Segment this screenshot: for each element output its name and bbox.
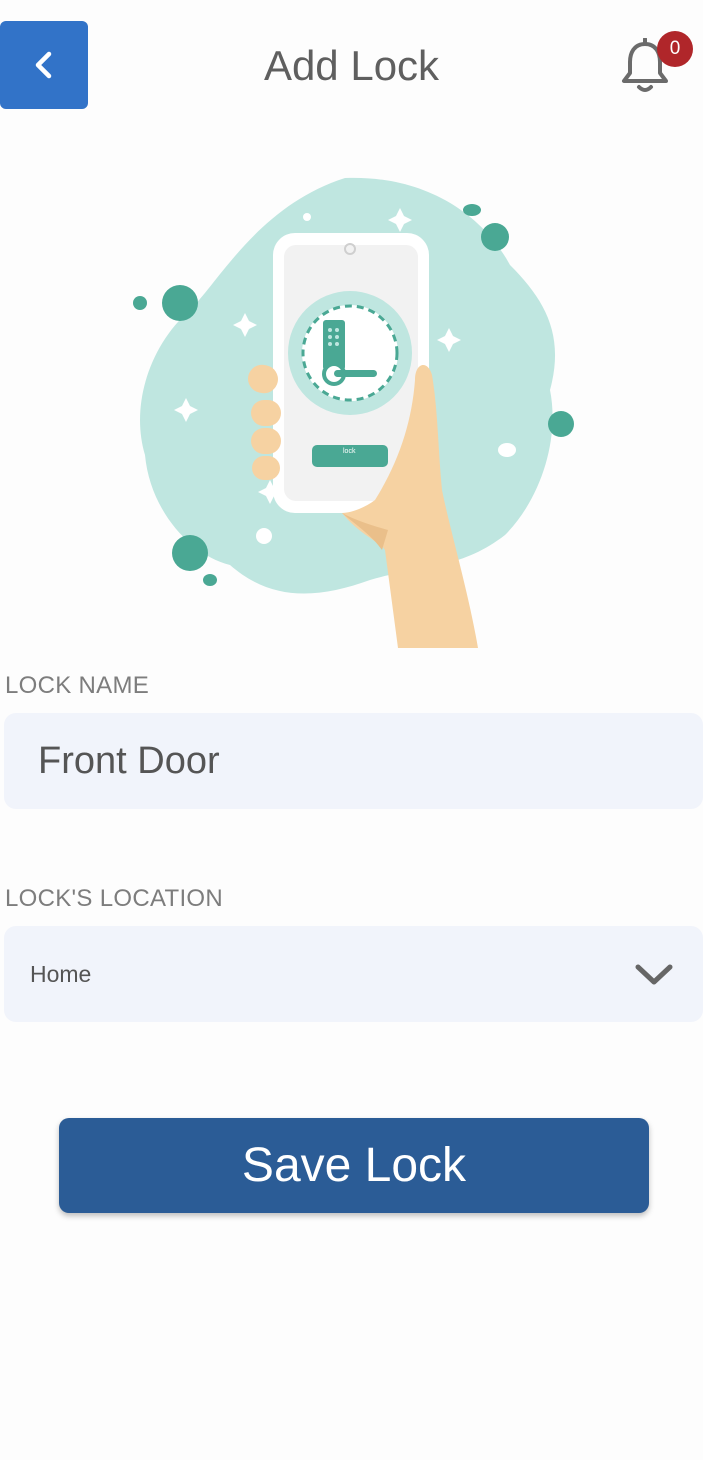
page-title: Add Lock (263, 42, 440, 89)
lock-handle-bar (334, 370, 377, 377)
lock-name-field[interactable] (4, 713, 703, 809)
finger (251, 400, 281, 426)
decor-dot (548, 411, 574, 437)
decor-dot (481, 223, 509, 251)
finger (251, 428, 281, 454)
decor-dot (172, 535, 208, 571)
lock-location-value: Home (30, 961, 92, 987)
decor-dot (133, 296, 147, 310)
decor-dot (256, 528, 272, 544)
decor-dot (498, 443, 516, 457)
save-lock-button[interactable]: Save Lock (59, 1118, 649, 1213)
screen-lock-button-label: lock (343, 448, 356, 455)
lock-location-select[interactable]: Home (4, 926, 703, 1022)
notification-badge: 0 (657, 31, 693, 67)
chevron-down-icon (635, 964, 673, 985)
decor-dot (162, 285, 198, 321)
decor-dot (203, 574, 217, 586)
decor-dot (303, 213, 311, 221)
finger (252, 456, 280, 480)
phone-camera (344, 243, 356, 255)
decor-dot (463, 204, 481, 216)
lock-name-label: LOCK NAME (5, 672, 150, 699)
lock-location-label: LOCK'S LOCATION (5, 885, 224, 912)
phone-lock-illustration: lock (133, 177, 574, 648)
app-header: Add Lock 0 (0, 0, 703, 130)
lock-name-input[interactable] (38, 713, 658, 809)
